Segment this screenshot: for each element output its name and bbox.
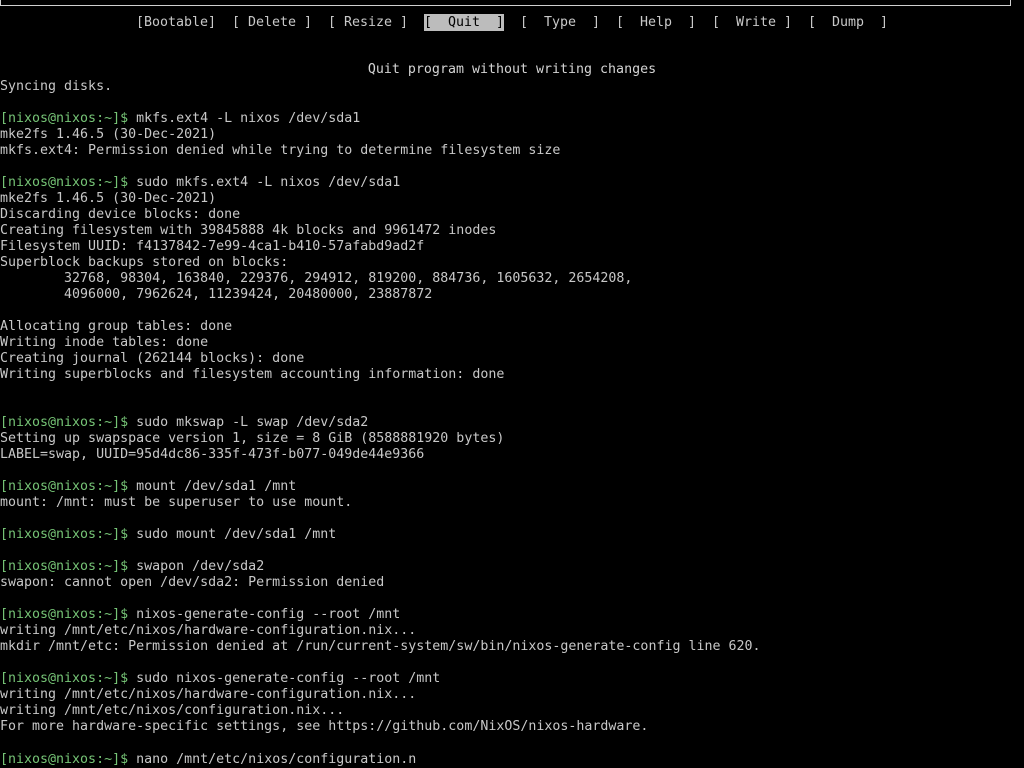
command-line: [nixos@nixos:~]$ nixos-generate-config -… xyxy=(0,607,1024,623)
output-line: swapon: cannot open /dev/sda2: Permissio… xyxy=(0,575,385,590)
output-line: Syncing disks. xyxy=(0,79,113,94)
output-line: mount: /mnt: must be superuser to use mo… xyxy=(0,495,353,510)
output-line: LABEL=swap, UUID=95d4dc86-335f-473f-b077… xyxy=(0,447,425,462)
shell-prompt: [nixos@nixos:~]$ xyxy=(0,479,129,494)
shell-prompt: [nixos@nixos:~]$ xyxy=(0,175,129,190)
command-text: nano /mnt/etc/nixos/configuration.n xyxy=(136,752,417,767)
command-text: sudo mount /dev/sda1 /mnt xyxy=(136,527,337,542)
output-line: Discarding device blocks: done xyxy=(0,207,241,222)
command-line: [nixos@nixos:~]$ mkfs.ext4 -L nixos /dev… xyxy=(0,111,1024,127)
shell-prompt: [nixos@nixos:~]$ xyxy=(0,111,129,126)
command-line: [nixos@nixos:~]$ sudo nixos-generate-con… xyxy=(0,671,1024,687)
command-line: [nixos@nixos:~]$ sudo mount /dev/sda1 /m… xyxy=(0,527,1024,543)
command-line: [nixos@nixos:~]$ mount /dev/sda1 /mnt xyxy=(0,479,1024,495)
menu-action-description: Quit program without writing changes xyxy=(367,62,657,77)
output-line: Creating filesystem with 39845888 4k blo… xyxy=(0,223,497,238)
output-line: mke2fs 1.46.5 (30-Dec-2021) xyxy=(0,127,217,142)
cfdisk-menu-bar: [Bootable] [ Delete ] [ Resize ] [ Quit … xyxy=(0,14,1024,32)
shell-prompt: [nixos@nixos:~]$ xyxy=(0,752,129,767)
output-line: writing /mnt/etc/nixos/hardware-configur… xyxy=(0,687,417,702)
output-line: Filesystem UUID: f4137842-7e99-4ca1-b410… xyxy=(0,239,425,254)
shell-prompt: [nixos@nixos:~]$ xyxy=(0,671,129,686)
shell-prompt: [nixos@nixos:~]$ xyxy=(0,607,129,622)
bootable-button[interactable]: [Bootable] xyxy=(136,14,216,31)
output-line: Allocating group tables: done xyxy=(0,319,233,334)
command-text: sudo nixos-generate-config --root /mnt xyxy=(136,671,441,686)
write-button[interactable]: [ Write ] xyxy=(712,14,792,31)
output-line: mke2fs 1.46.5 (30-Dec-2021) xyxy=(0,191,217,206)
partition-table-frame-edge xyxy=(0,0,1011,6)
command-text: sudo mkswap -L swap /dev/sda2 xyxy=(136,415,369,430)
output-line: writing /mnt/etc/nixos/configuration.nix… xyxy=(0,703,345,718)
shell-prompt: [nixos@nixos:~]$ xyxy=(0,559,129,574)
output-line: Creating journal (262144 blocks): done xyxy=(0,351,305,366)
command-text: nixos-generate-config --root /mnt xyxy=(136,607,401,622)
command-text: mkfs.ext4 -L nixos /dev/sda1 xyxy=(136,111,361,126)
type-button[interactable]: [ Type ] xyxy=(520,14,600,31)
command-text: swapon /dev/sda2 xyxy=(136,559,265,574)
output-line: mkdir /mnt/etc: Permission denied at /ru… xyxy=(0,639,761,654)
output-line: 32768, 98304, 163840, 229376, 294912, 81… xyxy=(0,271,633,286)
command-line: [nixos@nixos:~]$ swapon /dev/sda2 xyxy=(0,559,1024,575)
output-line: 4096000, 7962624, 11239424, 20480000, 23… xyxy=(0,287,433,302)
command-text: mount /dev/sda1 /mnt xyxy=(136,479,297,494)
shell-prompt: [nixos@nixos:~]$ xyxy=(0,527,129,542)
output-line: Superblock backups stored on blocks: xyxy=(0,255,289,270)
command-line: [nixos@nixos:~]$ sudo mkswap -L swap /de… xyxy=(0,415,1024,431)
output-line: writing /mnt/etc/nixos/hardware-configur… xyxy=(0,623,417,638)
quit-button[interactable]: [ Quit ] xyxy=(424,14,505,31)
output-line: Writing inode tables: done xyxy=(0,335,209,350)
output-line: mkfs.ext4: Permission denied while tryin… xyxy=(0,143,561,158)
terminal-output[interactable]: Syncing disks. [nixos@nixos:~]$ mkfs.ext… xyxy=(0,79,1024,767)
delete-button[interactable]: [ Delete ] xyxy=(232,14,312,31)
command-line: [nixos@nixos:~]$ sudo mkfs.ext4 -L nixos… xyxy=(0,175,1024,191)
text-cursor xyxy=(416,751,424,766)
output-line: For more hardware-specific settings, see… xyxy=(0,719,649,734)
resize-button[interactable]: [ Resize ] xyxy=(328,14,408,31)
dump-button[interactable]: [ Dump ] xyxy=(808,14,888,31)
output-line: Writing superblocks and filesystem accou… xyxy=(0,367,505,382)
command-line: [nixos@nixos:~]$ nano /mnt/etc/nixos/con… xyxy=(0,751,1024,767)
help-button[interactable]: [ Help ] xyxy=(616,14,696,31)
command-text: sudo mkfs.ext4 -L nixos /dev/sda1 xyxy=(136,175,401,190)
shell-prompt: [nixos@nixos:~]$ xyxy=(0,415,129,430)
output-line: Setting up swapspace version 1, size = 8… xyxy=(0,431,505,446)
